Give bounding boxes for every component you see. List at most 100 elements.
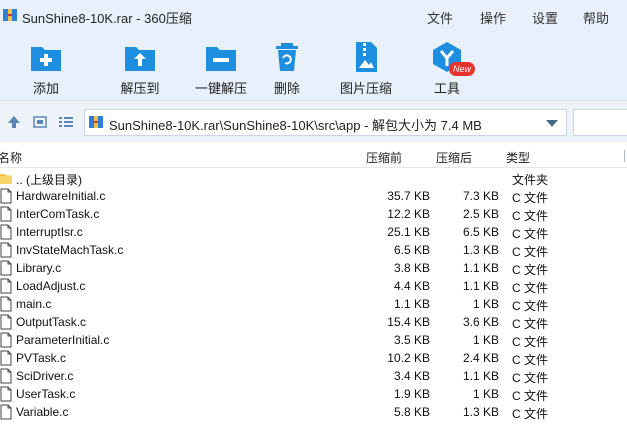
title-bar: SunShine8-10K.rar - 360压缩 文件 操作 设置 帮助 [0,0,627,30]
extract-to-icon [125,47,155,71]
window-title: SunShine8-10K.rar - 360压缩 [22,11,192,26]
extract-to-button[interactable]: 解压到 [100,30,180,100]
file-type: C 文件 [512,335,549,349]
menu-help[interactable]: 帮助 [583,8,609,27]
file-name: LoadAdjust.c [16,279,86,293]
file-type: 文件夹 [512,173,549,187]
c-file-icon [0,404,12,420]
file-row[interactable]: ParameterInitial.c 3.5 KB 1 KB C 文件 [0,331,627,349]
file-packed-size: 1.1 KB [462,279,499,293]
file-row[interactable]: HardwareInitial.c 35.7 KB 7.3 KB C 文件 [0,187,627,205]
image-compress-button[interactable]: 图片压缩 [336,30,396,100]
col-size[interactable]: 压缩前 [366,149,402,166]
file-row[interactable]: main.c 1.1 KB 1 KB C 文件 [0,295,627,313]
file-size: 1.9 KB [393,387,430,401]
file-row[interactable]: PVTask.c 10.2 KB 2.4 KB C 文件 [0,349,627,367]
file-packed-size: 1 KB [472,333,499,347]
c-file-icon [0,206,12,222]
chevron-down-icon[interactable] [546,120,558,127]
c-file-icon [0,224,12,240]
file-name: HardwareInitial.c [16,189,106,203]
new-badge: New [449,62,475,76]
add-icon [31,47,61,71]
file-row[interactable]: OutputTask.c 15.4 KB 3.6 KB C 文件 [0,313,627,331]
file-size: 4.4 KB [393,279,430,293]
file-packed-size: 1.3 KB [462,243,499,257]
file-name: InvStateMachTask.c [16,243,124,257]
c-file-icon [0,188,12,204]
menu-operate[interactable]: 操作 [480,8,506,27]
one-click-extract-label: 一键解压 [194,81,247,96]
up-arrow-icon[interactable] [6,114,22,130]
file-name: SciDriver.c [16,369,74,383]
file-size: 3.8 KB [393,261,430,275]
file-row[interactable]: Library.c 3.8 KB 1.1 KB C 文件 [0,259,627,277]
file-type: C 文件 [512,317,549,331]
file-row[interactable]: InterruptIsr.c 25.1 KB 6.5 KB C 文件 [0,223,627,241]
address-bar: SunShine8-10K.rar\SunShine8-10K\src\app … [0,100,627,142]
menu-file[interactable]: 文件 [427,8,453,27]
file-packed-size: 1 KB [472,297,499,311]
menu-settings[interactable]: 设置 [532,8,558,27]
c-file-icon [0,296,12,312]
file-name: .. (上级目录) [16,173,82,187]
file-type: C 文件 [512,407,549,421]
delete-button[interactable]: 删除 [262,30,312,100]
c-file-icon [0,332,12,348]
file-packed-size: 1 KB [472,387,499,401]
c-file-icon [0,368,12,384]
file-name: InterComTask.c [16,207,100,221]
file-packed-size: 1.3 KB [462,405,499,419]
one-click-extract-button[interactable]: 一键解压 [176,30,266,100]
toolbar: 添加 解压到 一键解压 删除 图片压缩 工具 New [0,30,627,100]
column-divider[interactable] [624,150,625,162]
file-size: 15.4 KB [387,315,430,329]
file-name: ParameterInitial.c [16,333,110,347]
file-type: C 文件 [512,299,549,313]
file-type: C 文件 [512,389,549,403]
file-size: 1.1 KB [393,297,430,311]
col-type[interactable]: 类型 [506,149,530,166]
file-size: 25.1 KB [387,225,430,239]
file-name: UserTask.c [16,387,76,401]
file-row[interactable]: LoadAdjust.c 4.4 KB 1.1 KB C 文件 [0,277,627,295]
file-size: 12.2 KB [387,207,430,221]
delete-icon [276,43,298,71]
file-type: C 文件 [512,353,549,367]
file-name: OutputTask.c [16,315,87,329]
file-name: InterruptIsr.c [16,225,83,239]
add-button[interactable]: 添加 [16,30,76,100]
thumbnail-view-icon[interactable] [32,114,48,130]
file-packed-size: 7.3 KB [462,189,499,203]
file-packed-size: 3.6 KB [462,315,499,329]
one-click-extract-icon [206,47,236,71]
file-size: 6.5 KB [393,243,430,257]
file-name: main.c [16,297,52,311]
add-label: 添加 [32,81,59,96]
file-packed-size: 2.4 KB [462,351,499,365]
file-type: C 文件 [512,191,549,205]
parent-folder-row[interactable]: .. (上级目录) 文件夹 [0,169,627,187]
file-row[interactable]: Variable.c 5.8 KB 1.3 KB C 文件 [0,403,627,421]
file-size: 35.7 KB [387,189,430,203]
file-name: PVTask.c [16,351,67,365]
col-name[interactable]: 名称 [0,149,22,166]
file-row[interactable]: InterComTask.c 12.2 KB 2.5 KB C 文件 [0,205,627,223]
rar-archive-icon [89,116,103,128]
file-packed-size: 1.1 KB [462,261,499,275]
c-file-icon [0,260,12,276]
path-text: SunShine8-10K.rar\SunShine8-10K\src\app … [109,118,482,133]
file-name: Library.c [16,261,62,275]
file-packed-size: 1.1 KB [462,369,499,383]
list-view-icon[interactable] [58,114,74,130]
file-row[interactable]: InvStateMachTask.c 6.5 KB 1.3 KB C 文件 [0,241,627,259]
search-input[interactable] [573,109,627,136]
file-name: Variable.c [16,405,69,419]
file-packed-size: 6.5 KB [462,225,499,239]
file-row[interactable]: UserTask.c 1.9 KB 1 KB C 文件 [0,385,627,403]
file-type: C 文件 [512,263,549,277]
file-row[interactable]: SciDriver.c 3.4 KB 1.1 KB C 文件 [0,367,627,385]
col-packed[interactable]: 压缩后 [436,149,472,166]
path-field[interactable]: SunShine8-10K.rar\SunShine8-10K\src\app … [84,109,567,136]
file-type: C 文件 [512,281,549,295]
